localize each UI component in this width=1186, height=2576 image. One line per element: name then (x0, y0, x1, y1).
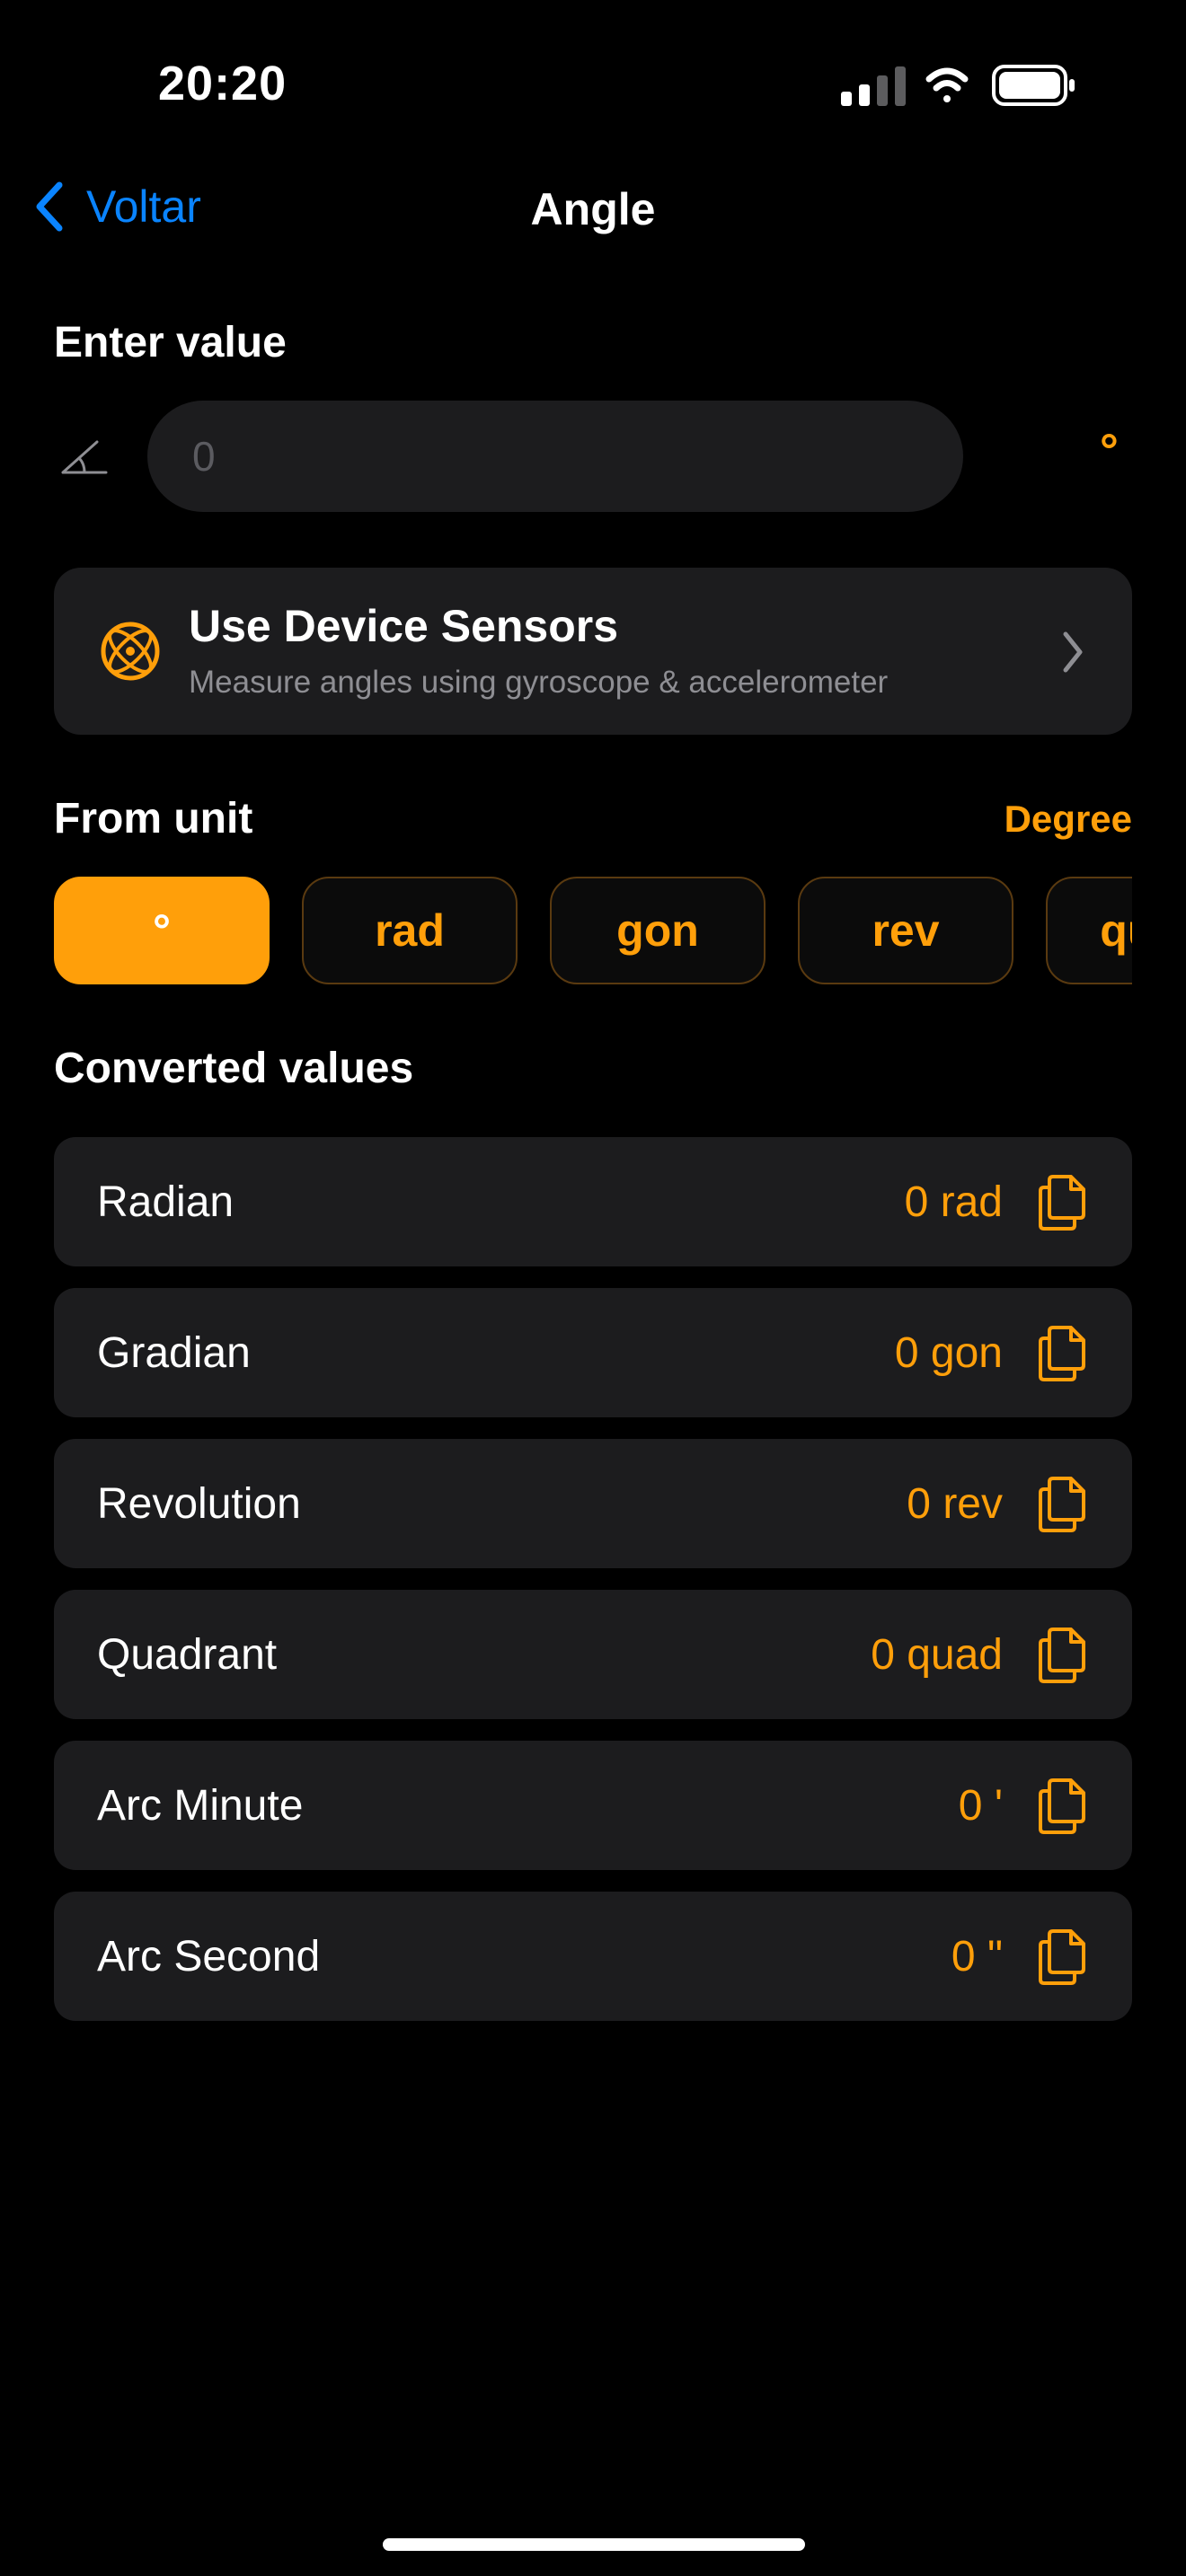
copy-icon[interactable] (1035, 1626, 1089, 1683)
sensor-card-subtitle: Measure angles using gyroscope & acceler… (189, 665, 889, 700)
home-indicator[interactable] (383, 2538, 805, 2551)
gyroscope-icon (101, 622, 160, 681)
row-value: 0 ' (958, 1781, 1003, 1830)
status-icons (836, 63, 1078, 110)
copy-icon[interactable] (1035, 1324, 1089, 1381)
unit-chip-degree[interactable]: ° (54, 877, 270, 984)
row-value: 0 " (951, 1932, 1003, 1981)
copy-icon[interactable] (1035, 1173, 1089, 1231)
unit-chip-strip[interactable]: ° rad gon rev quad (54, 877, 1132, 986)
converted-row-arc-minute: Arc Minute 0 ' (54, 1741, 1132, 1870)
sensor-card-title: Use Device Sensors (189, 601, 619, 651)
row-label: Revolution (97, 1479, 301, 1528)
row-label: Gradian (97, 1328, 251, 1377)
unit-chip-rev[interactable]: rev (798, 877, 1013, 984)
row-value: 0 rad (904, 1178, 1003, 1226)
converted-row-gradian: Gradian 0 gon (54, 1288, 1132, 1417)
page-title: Angle (530, 184, 656, 234)
angle-icon (61, 440, 108, 474)
converted-values-heading: Converted values (54, 1045, 414, 1092)
copy-icon[interactable] (1035, 1475, 1089, 1532)
row-label: Quadrant (97, 1630, 278, 1679)
chevron-right-icon (1063, 631, 1083, 673)
from-unit-heading: From unit (54, 795, 253, 842)
converted-row-quadrant: Quadrant 0 quad (54, 1590, 1132, 1719)
cellular-signal-icon (841, 66, 906, 106)
converted-row-radian: Radian 0 rad (54, 1137, 1132, 1266)
battery-icon (992, 65, 1075, 106)
row-value: 0 quad (871, 1630, 1003, 1679)
copy-icon[interactable] (1035, 1777, 1089, 1834)
converted-row-arc-second: Arc Second 0 " (54, 1892, 1132, 2021)
unit-chip-quad[interactable]: quad (1046, 877, 1132, 984)
row-value: 0 rev (907, 1479, 1003, 1528)
selected-unit-name: Degree (1004, 798, 1132, 840)
converted-row-revolution: Revolution 0 rev (54, 1439, 1132, 1568)
unit-chip-gon[interactable]: gon (550, 877, 766, 984)
use-device-sensors-button[interactable]: Use Device Sensors Measure angles using … (54, 568, 1132, 735)
unit-chip-rad[interactable]: rad (302, 877, 518, 984)
input-unit-symbol: ° (1100, 425, 1119, 477)
status-time: 20:20 (158, 57, 288, 110)
row-label: Radian (97, 1178, 235, 1226)
copy-icon[interactable] (1035, 1928, 1089, 1985)
row-value: 0 gon (894, 1328, 1003, 1377)
row-label: Arc Minute (97, 1781, 304, 1830)
value-input[interactable] (147, 401, 963, 512)
wifi-icon (925, 67, 969, 102)
enter-value-heading: Enter value (54, 319, 287, 366)
row-label: Arc Second (97, 1932, 321, 1981)
